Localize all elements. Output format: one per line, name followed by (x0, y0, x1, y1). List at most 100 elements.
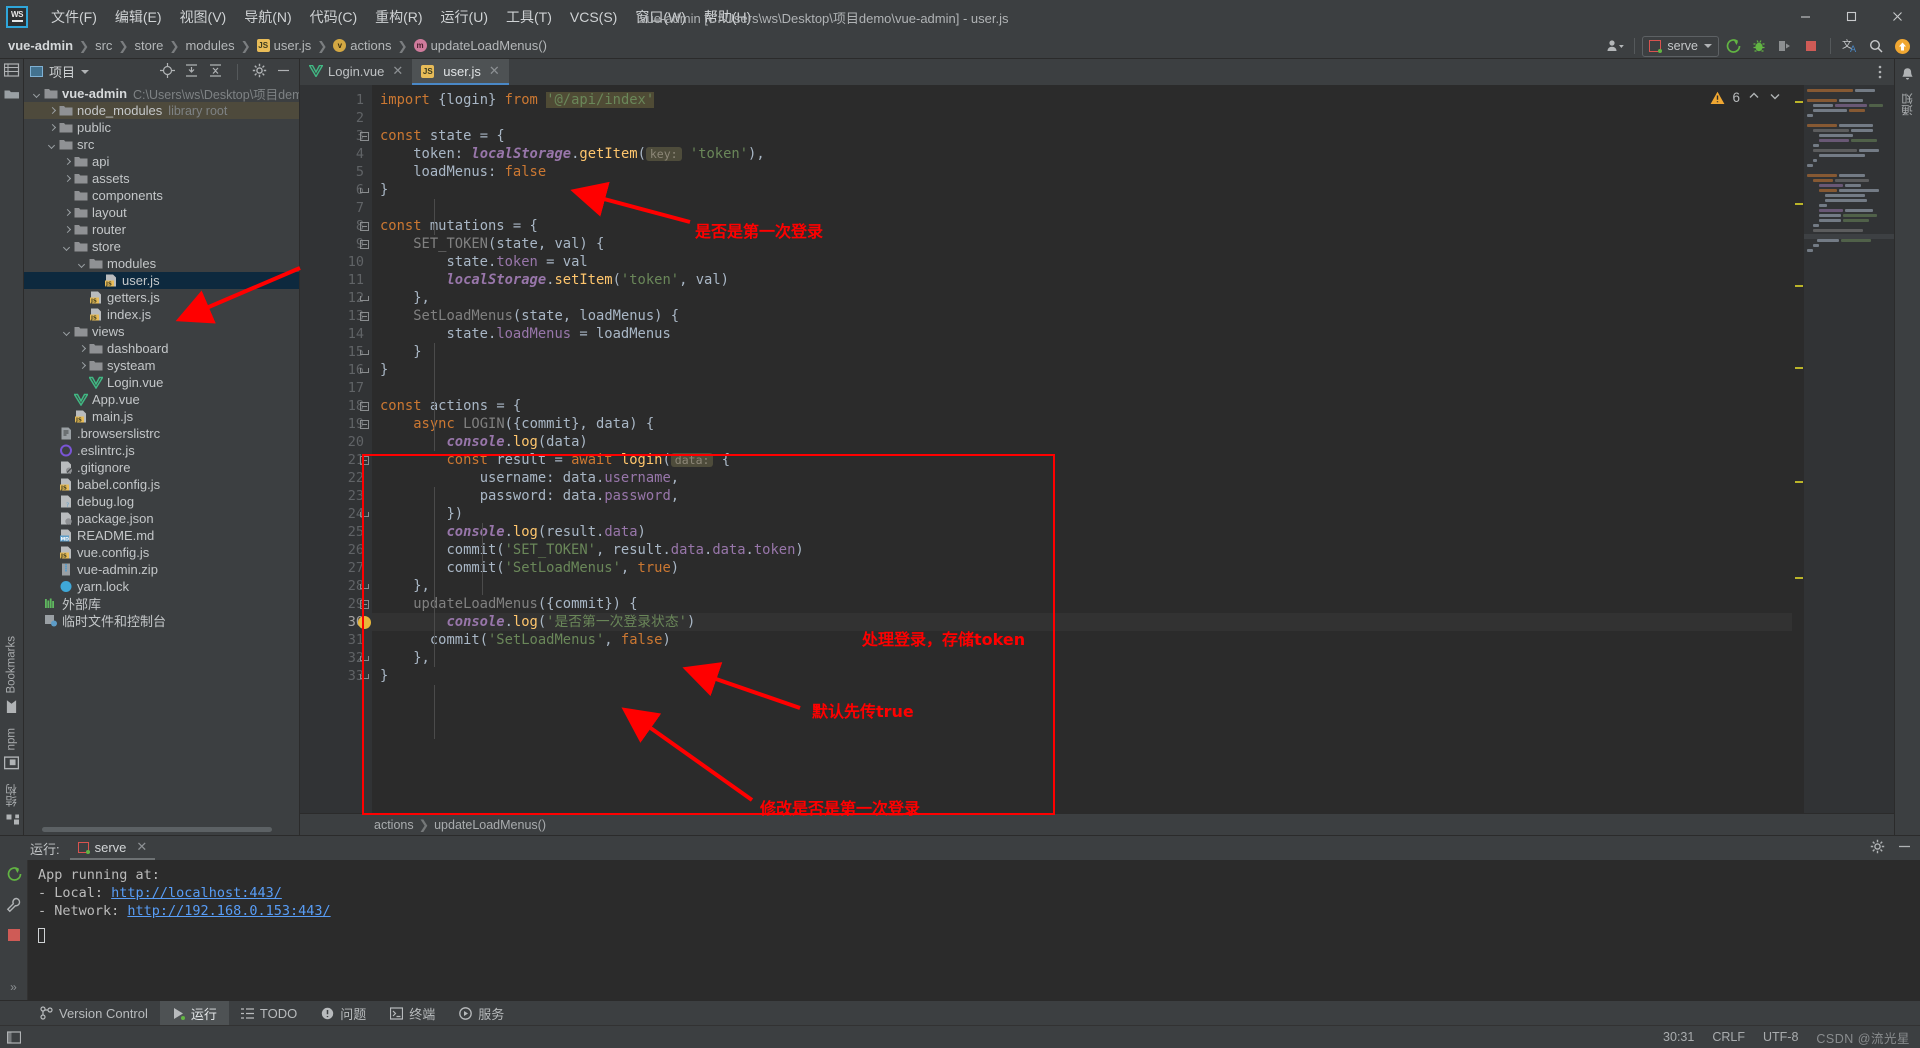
network-url-link[interactable]: http://192.168.0.153:443/ (127, 903, 330, 919)
fold-marker[interactable] (356, 145, 372, 163)
menu-refactor[interactable]: 重构(R) (366, 5, 431, 29)
tree-item-node_modules[interactable]: node_modules library root (24, 102, 299, 119)
rail-notifications[interactable]: 通知 (1900, 93, 1916, 116)
tree-item-modules[interactable]: modules (24, 255, 299, 272)
notifications-bell-icon[interactable] (1900, 67, 1915, 85)
code-line[interactable]: console.log(result.data) (372, 523, 1792, 541)
fold-marker[interactable] (356, 649, 372, 667)
maximize-button[interactable] (1828, 0, 1874, 33)
code-line[interactable]: commit('SetLoadMenus', false) (372, 631, 1792, 649)
tree-item-.eslintrc.js[interactable]: .eslintrc.js (24, 442, 299, 459)
code-line[interactable]: loadMenus: false (372, 163, 1792, 181)
fold-marker[interactable] (356, 235, 372, 253)
code-line[interactable]: SET_TOKEN(state, val) { (372, 235, 1792, 253)
menu-code[interactable]: 代码(C) (301, 5, 366, 29)
menu-file[interactable]: 文件(F) (42, 5, 106, 29)
tree-item-vue-admin[interactable]: vue-admin C:\Users\ws\Desktop\项目demo (24, 85, 299, 102)
close-button[interactable] (1874, 0, 1920, 33)
run-tab-serve[interactable]: serve ✕ (69, 836, 156, 860)
tree-item-login.vue[interactable]: Login.vue (24, 374, 299, 391)
code-line[interactable]: const actions = { (372, 397, 1792, 415)
menu-run[interactable]: 运行(U) (432, 5, 497, 29)
tree-item-main.js[interactable]: JS main.js (24, 408, 299, 425)
tree-item-getters.js[interactable]: JS getters.js (24, 289, 299, 306)
bottom-tab-terminal[interactable]: 终端 (378, 1001, 447, 1026)
code-line[interactable]: }, (372, 649, 1792, 667)
code-line[interactable]: import {login} from '@/api/index' (372, 91, 1792, 109)
tree-item-dashboard[interactable]: dashboard (24, 340, 299, 357)
stop-icon[interactable] (7, 928, 21, 945)
code-line[interactable]: password: data.password, (372, 487, 1792, 505)
code-line[interactable]: localStorage.setItem('token', val) (372, 271, 1792, 289)
code-line[interactable]: commit('SET_TOKEN', result.data.data.tok… (372, 541, 1792, 559)
tree-item-.browserslistrc[interactable]: .browserslistrc (24, 425, 299, 442)
close-icon[interactable]: ✕ (136, 839, 147, 855)
code-line[interactable]: token: localStorage.getItem(key: 'token'… (372, 145, 1792, 163)
prev-problem-icon[interactable] (1747, 89, 1761, 106)
code-line[interactable]: }, (372, 289, 1792, 307)
coverage-icon[interactable] (1773, 35, 1797, 57)
tree-item-yarn.lock[interactable]: yarn.lock (24, 578, 299, 595)
fold-marker[interactable] (356, 667, 372, 685)
chevron-right-icon[interactable] (77, 343, 88, 354)
tree-item-assets[interactable]: assets (24, 170, 299, 187)
breadcrumb-item-project[interactable]: vue-admin (8, 38, 73, 53)
fold-marker[interactable] (356, 397, 372, 415)
code-line[interactable]: username: data.username, (372, 469, 1792, 487)
locate-icon[interactable] (160, 62, 175, 81)
chevron-down-icon[interactable] (32, 88, 43, 99)
fold-marker[interactable] (356, 505, 372, 523)
tree-item-layout[interactable]: layout (24, 204, 299, 221)
status-crumb-method[interactable]: updateLoadMenus() (434, 818, 546, 832)
fold-marker[interactable] (356, 361, 372, 379)
chevron-down-icon[interactable] (81, 69, 90, 74)
project-hscrollbar[interactable] (24, 824, 299, 835)
fold-column[interactable] (356, 91, 372, 685)
code-line[interactable] (372, 109, 1792, 127)
code-line[interactable]: const result = await login(data: { (372, 451, 1792, 469)
tree-item-views[interactable]: views (24, 323, 299, 340)
project-tree[interactable]: vue-admin C:\Users\ws\Desktop\项目demo node_… (24, 84, 299, 824)
tree-item-systeam[interactable]: systeam (24, 357, 299, 374)
code-line[interactable] (372, 379, 1792, 397)
run-button[interactable] (1721, 35, 1745, 57)
code-line[interactable]: state.token = val (372, 253, 1792, 271)
fold-marker[interactable] (356, 181, 372, 199)
code-line[interactable]: const mutations = { (372, 217, 1792, 235)
menu-tools[interactable]: 工具(T) (497, 5, 561, 29)
menu-view[interactable]: 视图(V) (171, 5, 236, 29)
line-separator[interactable]: CRLF (1712, 1030, 1745, 1044)
menu-navigate[interactable]: 导航(N) (235, 5, 300, 29)
code-line[interactable]: async LOGIN({commit}, data) { (372, 415, 1792, 433)
chevron-down-icon[interactable] (77, 258, 88, 269)
code-line[interactable]: } (372, 181, 1792, 199)
tree-item-src[interactable]: src (24, 136, 299, 153)
fold-marker[interactable] (356, 307, 372, 325)
code-content[interactable]: import {login} from '@/api/index' const s… (372, 85, 1792, 813)
menu-vcs[interactable]: VCS(S) (561, 7, 626, 27)
fold-marker[interactable] (356, 469, 372, 487)
gear-icon[interactable] (252, 63, 267, 81)
tree-item-app.vue[interactable]: App.vue (24, 391, 299, 408)
folder-tool-icon[interactable] (4, 88, 20, 103)
tab-user-js[interactable]: JS user.js ✕ (412, 59, 509, 85)
fold-marker[interactable] (356, 253, 372, 271)
tree-item-router[interactable]: router (24, 221, 299, 238)
fold-marker[interactable] (356, 217, 372, 235)
chevron-right-icon[interactable] (62, 224, 73, 235)
fold-marker[interactable] (356, 325, 372, 343)
fold-marker[interactable] (356, 379, 372, 397)
fold-marker[interactable] (356, 613, 372, 631)
code-line[interactable] (372, 199, 1792, 217)
code-line[interactable]: commit('SetLoadMenus', true) (372, 559, 1792, 577)
rerun-icon[interactable] (6, 866, 22, 885)
inspection-widget[interactable]: 6 (1710, 89, 1782, 106)
chevron-right-icon[interactable] (47, 105, 58, 116)
intention-bulb-icon[interactable] (357, 615, 371, 629)
fold-marker[interactable] (356, 127, 372, 145)
chevron-right-icon[interactable] (62, 156, 73, 167)
fold-marker[interactable] (356, 595, 372, 613)
chevron-down-icon[interactable] (62, 241, 73, 252)
search-icon[interactable] (1864, 35, 1888, 57)
fold-marker[interactable] (356, 199, 372, 217)
